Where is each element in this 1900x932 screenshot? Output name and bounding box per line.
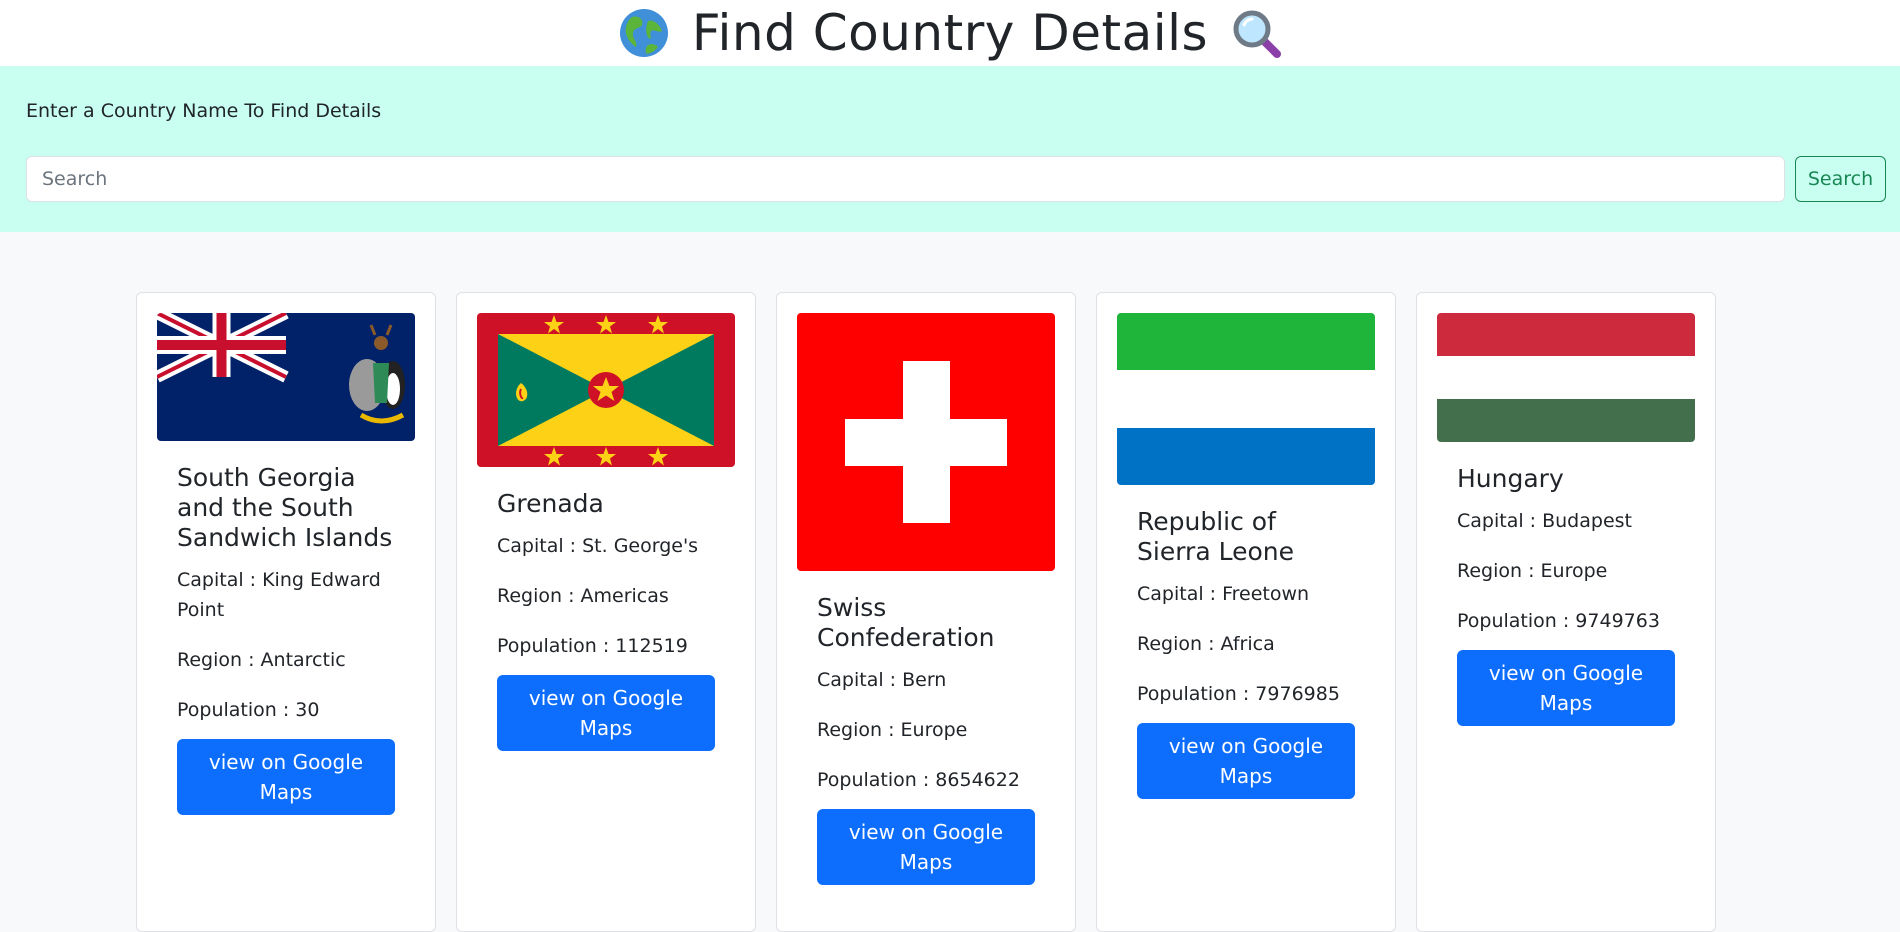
globe-icon [618,7,670,59]
country-population: Population : 30 [177,699,320,721]
country-region: Region : Americas [497,585,669,607]
country-card: Swiss Confederation Capital : Bern Regio… [776,292,1076,932]
country-name: Republic of Sierra Leone [1137,507,1294,566]
grenada-flag [477,313,735,467]
country-region: Region : Antarctic [177,649,346,671]
country-region: Region : Europe [817,719,968,741]
search-input[interactable] [26,156,1785,202]
search-button[interactable]: Search [1795,156,1886,202]
view-google-maps-button[interactable]: view on Google Maps [177,739,395,815]
country-population: Population : 7976985 [1137,683,1340,705]
country-population: Population : 9749763 [1457,610,1660,632]
switzerland-flag [797,313,1055,571]
country-name: Swiss Confederation [817,593,995,652]
search-panel: Enter a Country Name To Find Details Sea… [0,66,1900,232]
view-google-maps-button[interactable]: view on Google Maps [1457,650,1675,726]
country-card-list: South Georgia and the South Sandwich Isl… [0,292,1900,932]
country-name: South Georgia and the South Sandwich Isl… [177,463,393,552]
country-capital: Capital : Bern [817,669,947,691]
country-card: Grenada Capital : St. George's Region : … [456,292,756,932]
south-georgia-flag [157,313,415,441]
country-card: South Georgia and the South Sandwich Isl… [136,292,436,932]
view-google-maps-button[interactable]: view on Google Maps [1137,723,1355,799]
country-name: Hungary [1457,464,1564,493]
sierra-leone-flag [1117,313,1375,485]
hungary-flag [1437,313,1695,442]
country-card: Hungary Capital : Budapest Region : Euro… [1416,292,1716,932]
country-capital: Capital : Freetown [1137,583,1310,605]
country-population: Population : 112519 [497,635,688,657]
page-title: Find Country Details [691,4,1209,62]
country-capital: Capital : King Edward Point [177,569,381,621]
country-region: Region : Africa [1137,633,1275,655]
search-row: Search [26,156,1886,202]
country-capital: Capital : Budapest [1457,510,1632,532]
country-card: Republic of Sierra Leone Capital : Freet… [1096,292,1396,932]
country-population: Population : 8654622 [817,769,1020,791]
page-header: Find Country Details [0,0,1900,66]
country-name: Grenada [497,489,604,518]
search-prompt: Enter a Country Name To Find Details [26,100,382,122]
country-region: Region : Europe [1457,560,1608,582]
view-google-maps-button[interactable]: view on Google Maps [497,675,715,751]
view-google-maps-button[interactable]: view on Google Maps [817,809,1035,885]
magnifier-icon [1230,7,1282,59]
country-capital: Capital : St. George's [497,535,699,557]
